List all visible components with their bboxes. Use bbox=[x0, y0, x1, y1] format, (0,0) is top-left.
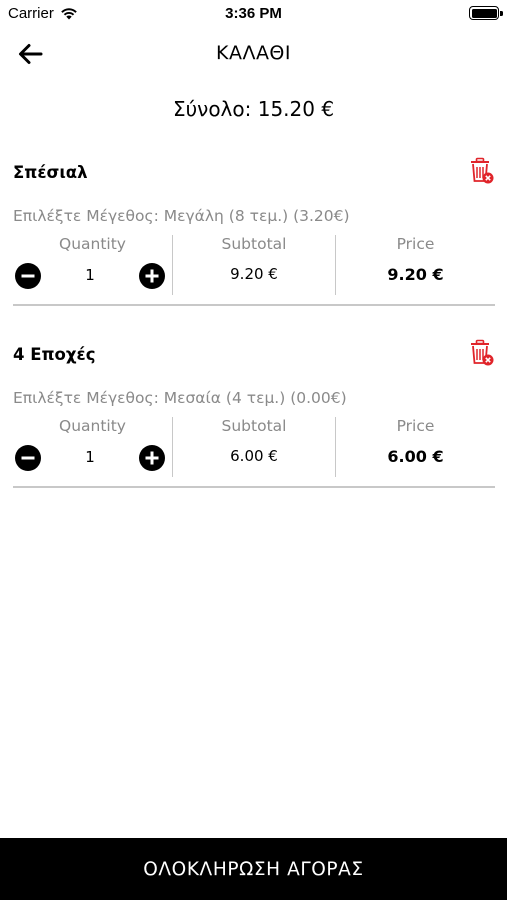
quantity-value: 1 bbox=[85, 266, 95, 284]
item-columns: Quantity 1 Subtotal 6.00 € Price 6.00 € bbox=[13, 417, 495, 477]
item-columns: Quantity 1 Subtotal 9.20 € Price 9.20 € bbox=[13, 235, 495, 295]
plus-icon[interactable] bbox=[139, 445, 165, 471]
price-column: Price 9.20 € bbox=[335, 235, 495, 295]
item-divider bbox=[13, 304, 495, 306]
subtotal-column: Subtotal 9.20 € bbox=[172, 235, 335, 295]
minus-icon[interactable] bbox=[15, 263, 41, 289]
trash-icon bbox=[471, 339, 494, 366]
quantity-header: Quantity bbox=[59, 235, 126, 253]
page-title: ΚΑΛΑΘΙ bbox=[215, 42, 291, 64]
quantity-column: Quantity 1 bbox=[13, 235, 172, 295]
price-header: Price bbox=[396, 235, 435, 253]
plus-icon[interactable] bbox=[139, 263, 165, 289]
quantity-header: Quantity bbox=[59, 417, 126, 435]
subtotal-column: Subtotal 6.00 € bbox=[172, 417, 335, 477]
subtotal-header: Subtotal bbox=[221, 417, 287, 435]
navigation-bar: ΚΑΛΑΘΙ bbox=[0, 28, 507, 80]
battery-icon bbox=[469, 6, 503, 20]
battery-level bbox=[471, 8, 497, 18]
status-time: 3:36 PM bbox=[225, 5, 282, 22]
cart-total: Σύνολο: 15.20 € bbox=[172, 97, 335, 121]
price-header: Price bbox=[396, 417, 435, 435]
price-value: 9.20 € bbox=[387, 265, 444, 284]
subtotal-header: Subtotal bbox=[221, 235, 287, 253]
delete-item-button[interactable] bbox=[469, 339, 495, 367]
quantity-stepper: 1 bbox=[13, 263, 172, 291]
price-value: 6.00 € bbox=[387, 447, 444, 466]
item-name: Σπέσιαλ bbox=[13, 163, 88, 182]
item-option: Επιλέξτε Μέγεθος: Μεγάλη (8 τεμ.) (3.20€… bbox=[13, 207, 350, 225]
price-column: Price 6.00 € bbox=[335, 417, 495, 477]
quantity-stepper: 1 bbox=[13, 445, 172, 473]
item-divider bbox=[13, 486, 495, 488]
minus-icon[interactable] bbox=[15, 445, 41, 471]
status-bar: Carrier 3:36 PM bbox=[0, 0, 507, 28]
delete-item-button[interactable] bbox=[469, 157, 495, 185]
quantity-value: 1 bbox=[85, 448, 95, 466]
item-name: 4 Εποχές bbox=[13, 345, 96, 364]
trash-icon bbox=[471, 157, 494, 184]
subtotal-value: 9.20 € bbox=[230, 265, 278, 283]
item-option: Επιλέξτε Μέγεθος: Μεσαία (4 τεμ.) (0.00€… bbox=[13, 389, 347, 407]
checkout-button[interactable]: ΟΛΟΚΛΗΡΩΣΗ ΑΓΟΡΑΣ bbox=[0, 838, 507, 900]
quantity-column: Quantity 1 bbox=[13, 417, 172, 477]
subtotal-value: 6.00 € bbox=[230, 447, 278, 465]
